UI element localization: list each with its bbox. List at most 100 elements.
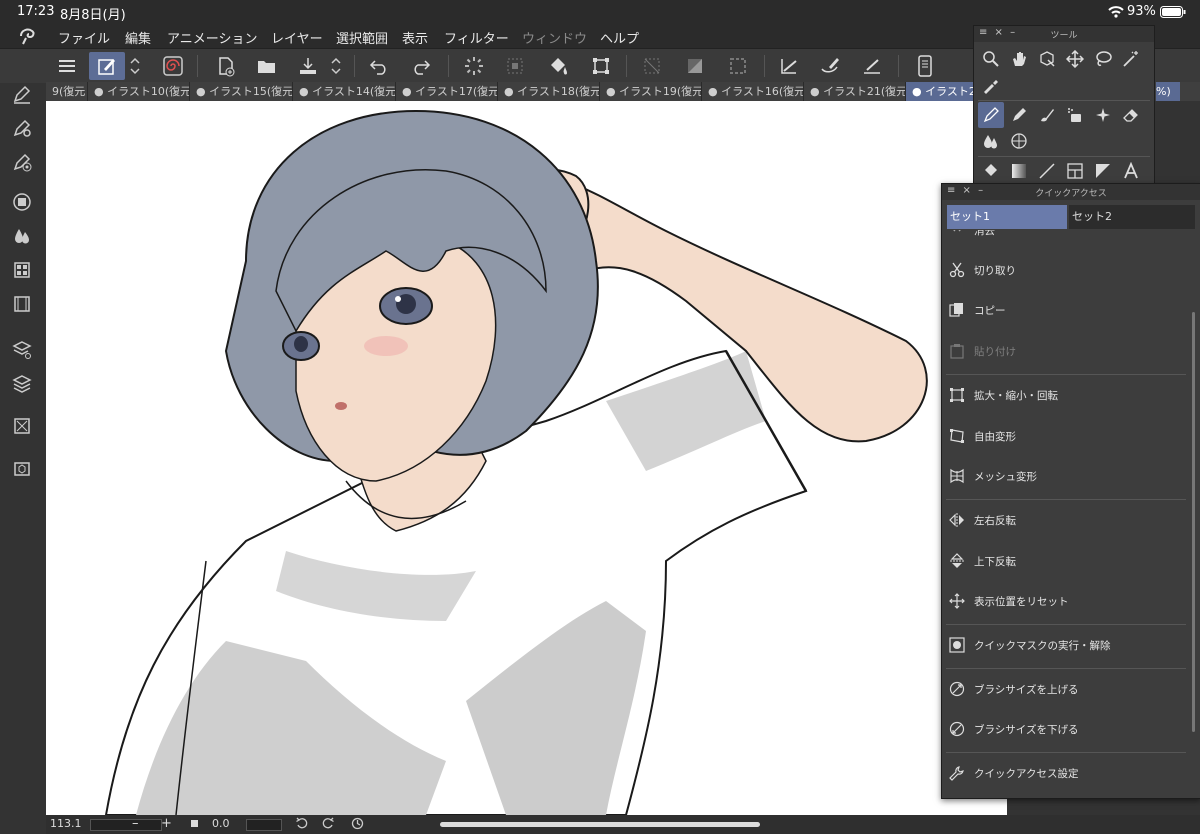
tab-set-1[interactable]: セット1 [947, 205, 1067, 229]
hand-tool-icon[interactable] [1006, 46, 1032, 72]
stop-icon[interactable] [191, 820, 198, 827]
qa-item-flip-horizontal[interactable]: 左右反転 [946, 502, 1186, 538]
frame-tool-icon[interactable] [1062, 158, 1088, 184]
qa-item-reset-view[interactable]: 表示位置をリセット [946, 583, 1186, 619]
rotation-slider[interactable] [246, 819, 282, 831]
quick-access-header[interactable]: ≡ × – クイックアクセス [942, 184, 1200, 200]
deselect-icon[interactable] [637, 52, 667, 80]
save-icon[interactable] [293, 52, 323, 80]
qa-item-copy[interactable]: コピー [946, 292, 1186, 328]
hamburger-menu-icon[interactable] [52, 52, 82, 80]
qa-item-flip-vertical[interactable]: 上下反転 [946, 543, 1186, 579]
select-all-icon[interactable] [500, 52, 530, 80]
timeline-icon[interactable] [8, 290, 36, 318]
qa-item-settings[interactable]: クイックアクセス設定 [946, 755, 1186, 791]
tool-palette-header[interactable]: ≡ × – ツール [974, 26, 1154, 42]
snap-ruler-icon[interactable] [857, 52, 887, 80]
doc-tab[interactable]: ● イラスト21(復元 [804, 82, 906, 101]
zoom-out-button[interactable]: – [132, 816, 139, 831]
qa-item-cut[interactable]: 切り取り [946, 252, 1186, 288]
doc-tab[interactable]: ● イラスト15(復元 [190, 82, 293, 101]
zoom-value[interactable]: 113.1 [50, 817, 90, 831]
zoom-tool-icon[interactable] [978, 46, 1004, 72]
qa-item-scale-rotate[interactable]: 拡大・縮小・回転 [946, 377, 1186, 413]
doc-tab[interactable]: ● イラスト18(復元 [498, 82, 600, 101]
fill-bucket-icon[interactable] [543, 52, 573, 80]
move-tool-icon[interactable] [1062, 46, 1088, 72]
doc-tab[interactable]: ● イラスト17(復元 [396, 82, 498, 101]
figure-tool-icon[interactable] [1006, 128, 1032, 154]
doc-tab[interactable]: 9(復元 [46, 82, 88, 101]
color-mix-icon[interactable] [8, 222, 36, 250]
menu-window[interactable]: ウィンドウ [522, 28, 587, 47]
doc-tab[interactable]: ● イラスト14(復元 [293, 82, 396, 101]
invert-selection-icon[interactable] [680, 52, 710, 80]
blend-tool-icon[interactable] [978, 128, 1004, 154]
reset-rotation-icon[interactable] [351, 817, 364, 830]
drawing-canvas[interactable] [46, 101, 1007, 815]
qa-item-brush-size-down[interactable]: ブラシサイズを下げる [946, 711, 1186, 747]
brush-settings-icon[interactable] [89, 52, 125, 80]
menu-help[interactable]: ヘルプ [600, 28, 639, 47]
redo-icon[interactable] [406, 52, 436, 80]
zoom-in-button[interactable]: + [161, 816, 172, 831]
object-tool-icon[interactable] [1034, 46, 1060, 72]
spiral-icon[interactable] [158, 52, 188, 80]
magic-wand-icon[interactable] [1118, 46, 1144, 72]
zoom-slider[interactable] [90, 819, 162, 831]
color-set-icon[interactable] [8, 256, 36, 284]
brush-stroke-icon[interactable] [815, 52, 845, 80]
qa-item-quick-mask[interactable]: クイックマスクの実行・解除 [946, 627, 1186, 663]
quick-access-scrollbar[interactable] [1192, 312, 1195, 732]
pen-target-icon[interactable] [8, 148, 36, 176]
navigator-icon[interactable] [8, 412, 36, 440]
doc-tab[interactable]: ● イラスト19(復元 [600, 82, 702, 101]
home-indicator[interactable] [440, 822, 760, 827]
color-circle-icon[interactable] [8, 188, 36, 216]
menu-filter[interactable]: フィルター [444, 28, 509, 47]
ruler-tool-icon[interactable] [1090, 158, 1116, 184]
menu-edit[interactable]: 編集 [125, 28, 151, 47]
gradient-tool-icon[interactable] [1006, 158, 1032, 184]
rotate-right-icon[interactable] [322, 817, 334, 829]
smartphone-icon[interactable] [910, 52, 940, 80]
pen-settings-icon[interactable] [8, 80, 36, 108]
brush-tool-icon[interactable] [1034, 102, 1060, 128]
qa-item-mesh-transform[interactable]: メッシュ変形 [946, 458, 1186, 494]
line-tool-icon[interactable] [1034, 158, 1060, 184]
up-down-chevron-icon[interactable] [126, 52, 144, 80]
menu-file[interactable]: ファイル [58, 28, 110, 47]
ruler-icon[interactable] [774, 52, 804, 80]
fill-tool-icon[interactable] [978, 158, 1004, 184]
undo-icon[interactable] [364, 52, 394, 80]
doc-tab[interactable]: ● イラスト16(復元 [702, 82, 804, 101]
qa-item-clear[interactable]: 消去 [946, 230, 1186, 238]
pen-tool-icon[interactable] [978, 102, 1004, 128]
text-tool-icon[interactable] [1118, 158, 1144, 184]
eyedropper-icon[interactable] [978, 72, 1004, 98]
qa-item-paste[interactable]: 貼り付け [946, 333, 1186, 369]
transform-selection-icon[interactable] [586, 52, 616, 80]
save-chevron-icon[interactable] [327, 52, 345, 80]
pencil-tool-icon[interactable] [1006, 102, 1032, 128]
app-logo-icon[interactable] [18, 27, 38, 45]
airbrush-tool-icon[interactable] [1062, 102, 1088, 128]
doc-tab[interactable]: ● イラスト10(復元 [88, 82, 190, 101]
lasso-tool-icon[interactable] [1090, 46, 1116, 72]
eraser-tool-icon[interactable] [1118, 102, 1144, 128]
menu-layer[interactable]: レイヤー [271, 28, 323, 47]
rotate-left-icon[interactable] [296, 817, 308, 829]
pen-gear-icon[interactable] [8, 114, 36, 142]
menu-view[interactable]: 表示 [402, 28, 428, 47]
material-icon[interactable] [8, 454, 36, 482]
menu-animation[interactable]: アニメーション [167, 28, 257, 47]
qa-item-free-transform[interactable]: 自由変形 [946, 418, 1186, 454]
tab-set-2[interactable]: セット2 [1069, 205, 1195, 229]
selection-border-icon[interactable] [723, 52, 753, 80]
layer-property-icon[interactable] [8, 336, 36, 364]
layers-icon[interactable] [8, 370, 36, 398]
menu-selection[interactable]: 選択範囲 [336, 28, 388, 47]
qa-item-brush-size-up[interactable]: ブラシサイズを上げる [946, 671, 1186, 707]
decoration-tool-icon[interactable] [1090, 102, 1116, 128]
open-folder-icon[interactable] [252, 52, 282, 80]
